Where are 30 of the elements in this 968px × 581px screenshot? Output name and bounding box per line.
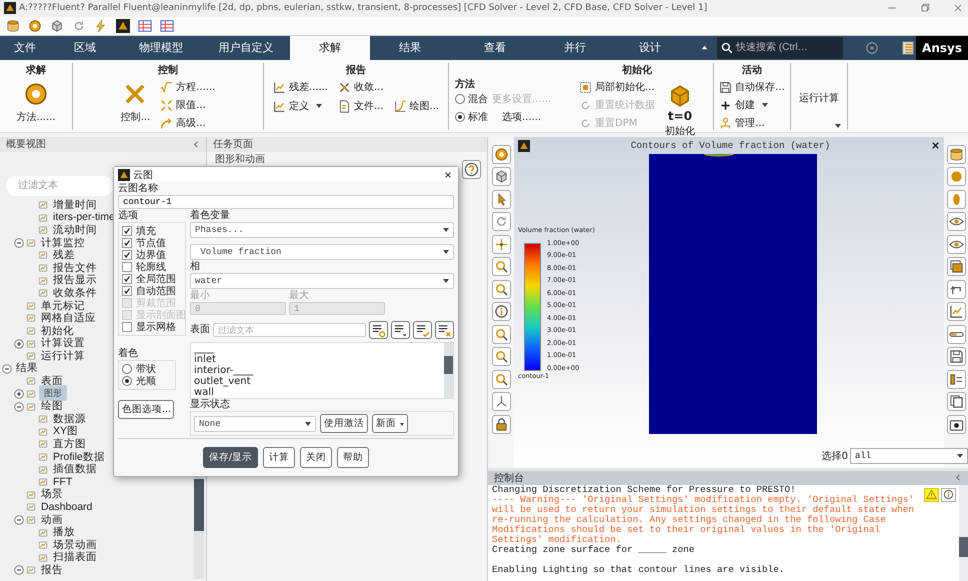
console-line: Enabling Lighting so that contour lines are visible.: [492, 565, 786, 576]
panel-title: 控制台: [494, 472, 524, 485]
group-title: 活动: [742, 64, 762, 77]
window-title: A:?????Fluent? Parallel Fluent@leaninmylife [2d, dp, pbns, eulerian, sstkw, transient, 8-processes] [CFD Solver - Level 2, CFD Base, CFD Solver - Level 1]: [19, 3, 708, 14]
field-label: 最小: [190, 290, 211, 302]
brand-logo: Ansys: [916, 36, 968, 60]
group-title: 报告: [346, 64, 366, 77]
console-line: Changing Discretization Scheme for Pressure to PRESTO!: [492, 484, 797, 495]
field-label: 表面: [190, 324, 210, 336]
selection-label: 选择0: [822, 450, 848, 463]
field-label: 最大: [289, 290, 310, 302]
console-line: Creating zone surface for _____ zone: [492, 545, 696, 556]
icon-label: t=0: [668, 110, 692, 123]
section-heading: 图形和动画: [215, 152, 265, 166]
dialog-title: 云图: [133, 168, 153, 182]
field-label: 云图名称: [118, 183, 159, 195]
group-label: 选项: [118, 210, 139, 222]
field-label: 显示状态: [190, 399, 231, 411]
group-title: 求解: [26, 64, 46, 77]
group-title: 方法: [455, 77, 475, 91]
field-label: 着色变量: [190, 210, 231, 222]
group-title: 初始化: [622, 63, 652, 77]
panel-title: 任务页面: [213, 138, 253, 152]
panel-title: 概要视图: [6, 138, 46, 152]
group-label: 着色: [118, 348, 139, 360]
button-label: 初始化: [665, 124, 695, 138]
group-title: 控制: [158, 64, 178, 77]
console-line: ---- Warning--- 'Original Settings' modification empty. 'Original Settings' will be used to return your simulation settings to their default state when re-running the calculation. Any settings changed in the following Case Modifications should be set to their original values in the 'Original Settings' modification.: [492, 494, 915, 546]
graphics-title: Contours of Volume fraction (water): [630, 140, 832, 152]
field-label: 相: [190, 261, 201, 273]
